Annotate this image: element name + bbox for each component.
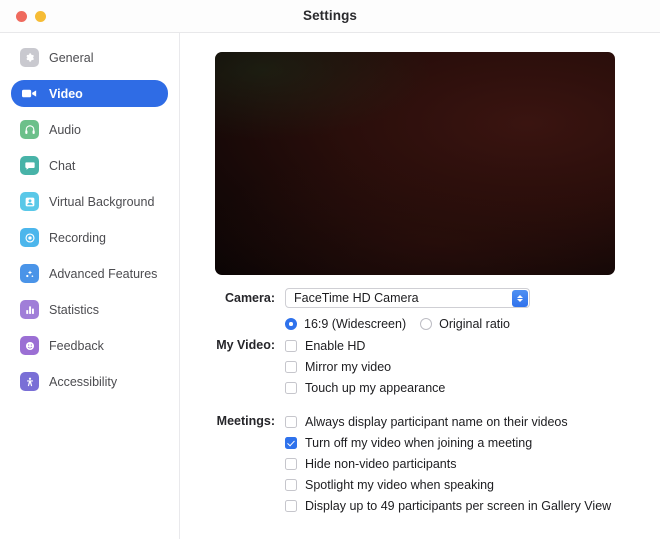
radio-button[interactable] xyxy=(285,318,297,330)
checkbox-control[interactable] xyxy=(285,436,297,449)
checkbox-hide-non-video-participants[interactable]: Hide non-video participants xyxy=(285,453,660,474)
sidebar-item-feedback[interactable]: Feedback xyxy=(11,332,168,359)
checkbox-touch-up-my-appearance[interactable]: Touch up my appearance xyxy=(285,377,660,398)
sidebar-item-video[interactable]: Video xyxy=(11,80,168,107)
title-bar: Settings xyxy=(0,0,660,33)
checkbox-control[interactable] xyxy=(285,360,297,373)
checkbox-turn-off-my-video-when-joining[interactable]: Turn off my video when joining a meeting xyxy=(285,432,660,453)
camera-preview xyxy=(215,52,615,275)
sidebar-item-advanced-features[interactable]: Advanced Features xyxy=(11,260,168,287)
checkbox-enable-hd[interactable]: Enable HD xyxy=(285,335,660,356)
settings-window: Settings General Video Audio Chat Virtua… xyxy=(0,0,660,539)
sidebar-item-label: Statistics xyxy=(49,302,100,317)
bar-chart-icon xyxy=(20,300,39,319)
checkbox-control[interactable] xyxy=(285,381,297,394)
camera-label: Camera: xyxy=(224,291,275,305)
checkbox-control[interactable] xyxy=(285,478,297,491)
checkbox-control[interactable] xyxy=(285,457,297,470)
checkbox-always-display-participant-name[interactable]: Always display participant name on their… xyxy=(285,411,660,432)
sidebar-item-recording[interactable]: Recording xyxy=(11,224,168,251)
checkbox-label: Display up to 49 participants per screen… xyxy=(305,498,612,513)
window-body: General Video Audio Chat Virtual Backgro… xyxy=(0,33,660,539)
person-frame-icon xyxy=(20,192,39,211)
my-video-label: My Video: xyxy=(216,338,275,352)
sidebar-item-general[interactable]: General xyxy=(11,44,168,71)
chevron-down-icon xyxy=(517,298,523,302)
checkbox-control[interactable] xyxy=(285,339,297,352)
sidebar-item-audio[interactable]: Audio xyxy=(11,116,168,143)
my-video-row: My Video: Enable HD Mirror my video Touc… xyxy=(180,335,660,398)
sidebar-item-label: Video xyxy=(49,86,83,101)
checkbox-label: Enable HD xyxy=(305,338,366,353)
sidebar-item-label: Recording xyxy=(49,230,106,245)
sidebar-item-label: Virtual Background xyxy=(49,194,155,209)
sidebar-item-label: Audio xyxy=(49,122,81,137)
sparkle-icon xyxy=(20,264,39,283)
checkbox-control[interactable] xyxy=(285,415,297,428)
meetings-label: Meetings: xyxy=(216,414,275,428)
checkbox-label: Mirror my video xyxy=(305,359,392,374)
sidebar-item-virtual-background[interactable]: Virtual Background xyxy=(11,188,168,215)
sidebar-item-label: General xyxy=(49,50,94,65)
sidebar-item-label: Chat xyxy=(49,158,76,173)
meetings-row: Meetings: Always display participant nam… xyxy=(180,411,660,516)
aspect-ratio-group: 16:9 (Widescreen) Original ratio xyxy=(285,317,660,331)
radio-label: Original ratio xyxy=(439,317,510,331)
checkbox-label: Always display participant name on their… xyxy=(305,414,568,429)
sidebar-item-label: Advanced Features xyxy=(49,266,158,281)
checkbox-spotlight-my-video-when-speaking[interactable]: Spotlight my video when speaking xyxy=(285,474,660,495)
sidebar-item-accessibility[interactable]: Accessibility xyxy=(11,368,168,395)
camera-select-value: FaceTime HD Camera xyxy=(285,288,530,308)
sidebar-item-label: Feedback xyxy=(49,338,104,353)
settings-sidebar: General Video Audio Chat Virtual Backgro… xyxy=(0,33,180,539)
camera-select[interactable]: FaceTime HD Camera xyxy=(285,288,530,308)
record-circle-icon xyxy=(20,228,39,247)
checkbox-control[interactable] xyxy=(285,499,297,512)
gear-icon xyxy=(20,48,39,67)
checkbox-label: Spotlight my video when speaking xyxy=(305,477,495,492)
camera-row: Camera: FaceTime HD Camera 16:9 (Widescr… xyxy=(180,288,660,331)
chevron-up-icon xyxy=(517,294,523,298)
checkbox-label: Turn off my video when joining a meeting xyxy=(305,435,533,450)
page-title: Settings xyxy=(302,8,358,23)
radio-button[interactable] xyxy=(420,318,433,330)
headphones-icon xyxy=(20,120,39,139)
smiley-face-icon xyxy=(20,336,39,355)
checkbox-display-49-participants[interactable]: Display up to 49 participants per screen… xyxy=(285,495,660,516)
sidebar-item-statistics[interactable]: Statistics xyxy=(11,296,168,323)
accessibility-person-icon xyxy=(20,372,39,391)
checkbox-mirror-my-video[interactable]: Mirror my video xyxy=(285,356,660,377)
chevron-updown-icon[interactable] xyxy=(512,289,528,307)
checkbox-label: Touch up my appearance xyxy=(305,380,446,395)
aspect-ratio-option-original[interactable]: Original ratio xyxy=(420,317,510,331)
settings-form: Camera: FaceTime HD Camera 16:9 (Widescr… xyxy=(180,288,660,516)
video-camera-icon xyxy=(20,84,39,103)
radio-label: 16:9 (Widescreen) xyxy=(304,317,407,331)
aspect-ratio-option-widescreen[interactable]: 16:9 (Widescreen) xyxy=(285,317,406,331)
checkbox-label: Hide non-video participants xyxy=(305,456,457,471)
video-settings-pane: Camera: FaceTime HD Camera 16:9 (Widescr… xyxy=(180,33,660,539)
sidebar-item-chat[interactable]: Chat xyxy=(11,152,168,179)
sidebar-item-label: Accessibility xyxy=(49,374,118,389)
chat-bubble-icon xyxy=(20,156,39,175)
